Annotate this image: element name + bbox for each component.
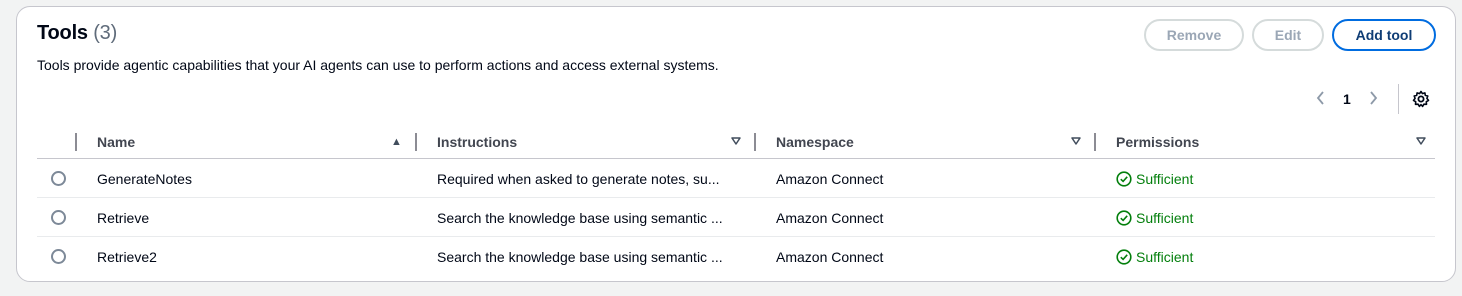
tool-instructions: Search the knowledge base using semantic… (437, 209, 723, 226)
add-tool-button[interactable]: Add tool (1332, 19, 1436, 51)
divider (1398, 84, 1399, 114)
tool-name: Retrieve (97, 209, 150, 226)
permissions-label: Sufficient (1136, 248, 1194, 265)
title-text: Tools (37, 22, 88, 44)
row-select-radio[interactable] (51, 210, 66, 225)
chevron-right-icon[interactable] (1365, 90, 1381, 108)
tool-name: Retrieve2 (97, 248, 157, 265)
pagination: 1 (1313, 86, 1381, 112)
table-row[interactable]: Retrieve Search the knowledge base using… (37, 198, 1435, 237)
column-header-instructions[interactable]: Instructions (437, 125, 517, 159)
chevron-left-icon[interactable] (1313, 90, 1329, 108)
tool-instructions: Required when asked to generate notes, s… (437, 170, 720, 187)
tool-count: (3) (93, 22, 118, 44)
tool-namespace: Amazon Connect (776, 209, 884, 226)
column-divider (75, 133, 77, 151)
sort-icon[interactable] (731, 136, 741, 149)
permissions-status: Sufficient (1116, 237, 1193, 276)
panel-description: Tools provide agentic capabilities that … (37, 57, 719, 73)
tools-panel: Tools (3) Tools provide agentic capabili… (16, 6, 1456, 282)
sort-icon[interactable] (1416, 136, 1426, 149)
column-header-permissions[interactable]: Permissions (1116, 125, 1199, 159)
remove-button[interactable]: Remove (1144, 19, 1244, 51)
sort-icon[interactable] (1071, 136, 1081, 149)
row-select-radio[interactable] (51, 171, 66, 186)
permissions-label: Sufficient (1136, 209, 1194, 226)
permissions-status: Sufficient (1116, 198, 1193, 237)
status-check-icon (1116, 248, 1132, 265)
column-divider (754, 133, 756, 151)
table-header: Name ▲ Instructions Namespace Permission… (37, 125, 1435, 159)
row-select-radio[interactable] (51, 249, 66, 264)
permissions-label: Sufficient (1136, 170, 1194, 187)
tool-namespace: Amazon Connect (776, 170, 884, 187)
page-title: Tools (3) (37, 22, 117, 45)
column-divider (415, 133, 417, 151)
tool-name: GenerateNotes (97, 170, 192, 187)
edit-button[interactable]: Edit (1252, 19, 1324, 51)
table-row[interactable]: Retrieve2 Search the knowledge base usin… (37, 237, 1435, 276)
settings-gear-icon[interactable] (1411, 89, 1431, 109)
column-divider (1094, 133, 1096, 151)
sort-ascending-icon[interactable]: ▲ (391, 136, 402, 148)
column-header-name[interactable]: Name (97, 125, 135, 159)
page-number[interactable]: 1 (1343, 91, 1351, 107)
permissions-status: Sufficient (1116, 159, 1193, 198)
tool-namespace: Amazon Connect (776, 248, 884, 265)
tool-instructions: Search the knowledge base using semantic… (437, 248, 723, 265)
column-header-namespace[interactable]: Namespace (776, 125, 854, 159)
status-check-icon (1116, 209, 1132, 226)
table-row[interactable]: GenerateNotes Required when asked to gen… (37, 159, 1435, 198)
status-check-icon (1116, 170, 1132, 187)
